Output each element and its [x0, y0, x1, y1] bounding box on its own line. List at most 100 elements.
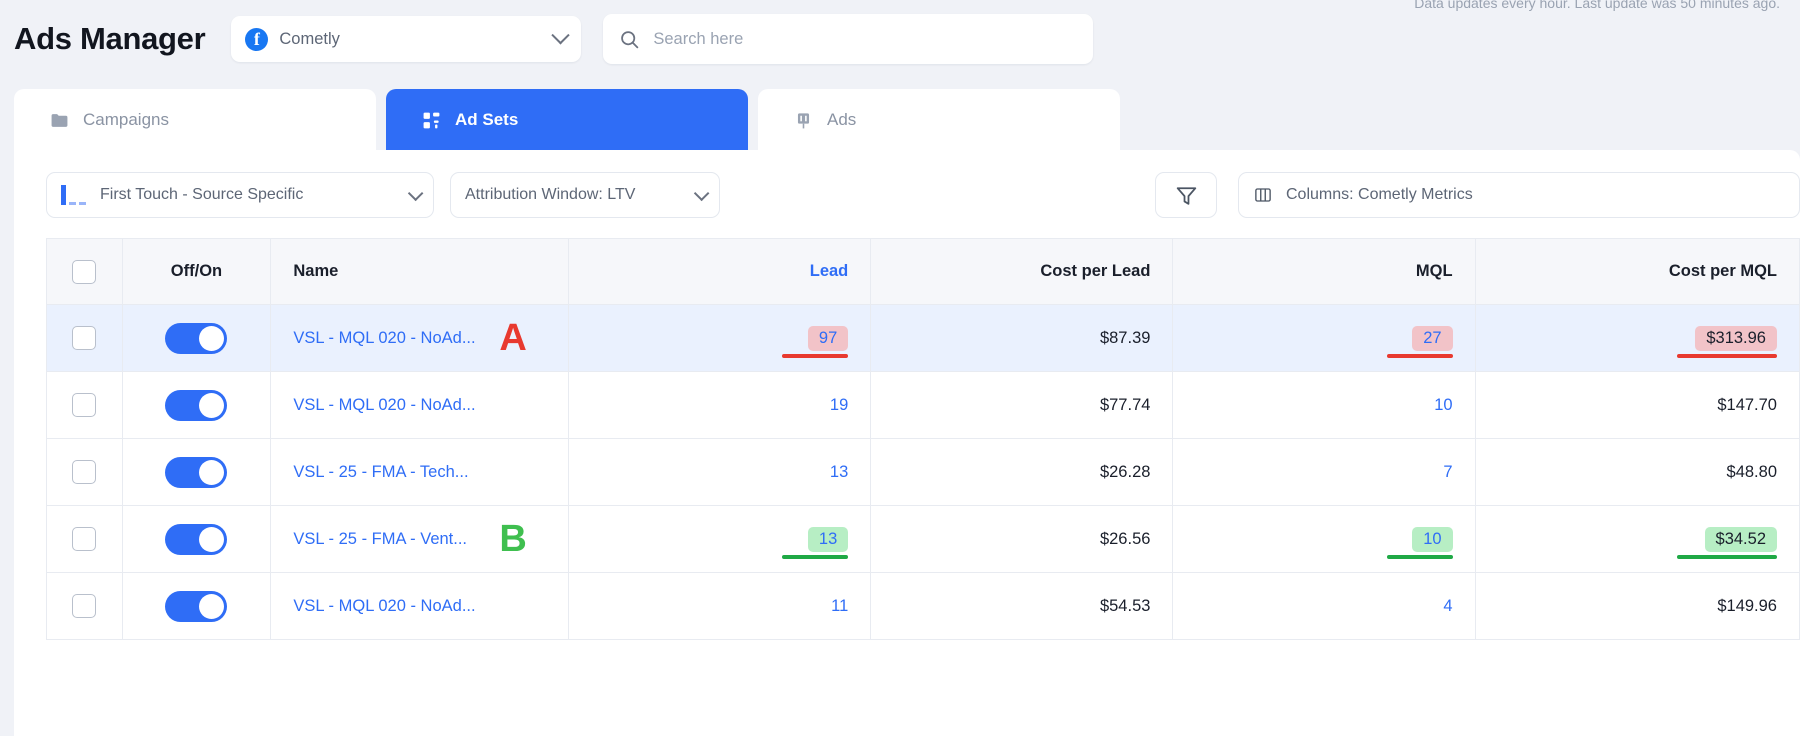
row-mql-cell: 10	[1172, 371, 1476, 439]
on-off-toggle[interactable]	[165, 322, 228, 354]
row-toggle-cell[interactable]	[121, 371, 272, 439]
table-header-row: Off/On Name Lead Cost per Lead MQL Cost …	[46, 238, 1800, 305]
row-mql-cell: 4	[1172, 572, 1476, 640]
row-name-cell[interactable]: VSL - 25 - FMA - Vent... B	[270, 505, 570, 573]
row-lead-cell: 19	[568, 371, 872, 439]
chevron-down-icon	[693, 185, 710, 201]
row-toggle-cell[interactable]	[121, 505, 272, 573]
row-cost-per-lead-cell: $87.39	[870, 304, 1174, 372]
row-lead-cell: 13	[568, 438, 872, 506]
search-input[interactable]	[653, 29, 1078, 49]
tab-campaigns[interactable]: Campaigns	[14, 89, 376, 151]
ad-set-name[interactable]: VSL - MQL 020 - NoAd...	[293, 329, 475, 348]
column-header-cost-per-lead[interactable]: Cost per Lead	[870, 238, 1174, 305]
row-checkbox-cell[interactable]	[46, 438, 123, 506]
ad-sets-panel: First Touch - Source Specific Attributio…	[14, 150, 1800, 736]
column-header-lead[interactable]: Lead	[568, 238, 872, 305]
chevron-down-icon	[551, 25, 571, 44]
select-all-checkbox[interactable]	[72, 259, 97, 284]
row-toggle-cell[interactable]	[121, 304, 272, 372]
table-row[interactable]: VSL - MQL 020 - NoAd... 19 $77.74 10 $147.70	[46, 371, 1800, 439]
table-row[interactable]: VSL - 25 - FMA - Tech... 13 $26.28 7 $48.80	[46, 438, 1800, 506]
row-toggle-cell[interactable]	[121, 572, 272, 640]
column-header-name[interactable]: Name	[270, 238, 570, 305]
row-toggle-cell[interactable]	[121, 438, 272, 506]
row-cost-per-lead-cell: $77.74	[870, 371, 1174, 439]
row-cost-per-lead-cell: $26.56	[870, 505, 1174, 573]
on-off-toggle[interactable]	[165, 456, 228, 488]
attribution-icon	[61, 185, 86, 205]
table-row[interactable]: VSL - MQL 020 - NoAd... 11 $54.53 4 $149.96	[46, 572, 1800, 640]
ad-set-name[interactable]: VSL - 25 - FMA - Vent...	[293, 530, 467, 549]
row-checkbox[interactable]	[72, 393, 97, 417]
annotation-marker-b: B	[499, 518, 527, 560]
ad-set-name[interactable]: VSL - MQL 020 - NoAd...	[293, 396, 475, 415]
row-mql-cell: 7	[1172, 438, 1476, 506]
ad-sets-table: Off/On Name Lead Cost per Lead MQL Cost …	[46, 238, 1800, 640]
chevron-down-icon	[407, 185, 424, 201]
row-name-cell[interactable]: VSL - MQL 020 - NoAd...	[270, 371, 570, 439]
account-name: Cometly	[279, 29, 340, 48]
column-header-offon[interactable]: Off/On	[121, 238, 272, 305]
row-cost-per-mql-cell: $313.96	[1474, 304, 1800, 372]
tab-ad-sets[interactable]: Ad Sets	[386, 89, 748, 151]
row-checkbox[interactable]	[72, 527, 97, 551]
row-name-cell[interactable]: VSL - MQL 020 - NoAd...	[270, 572, 570, 640]
column-header-mql[interactable]: MQL	[1172, 238, 1476, 305]
row-mql-cell: 27	[1172, 304, 1476, 372]
search-icon	[621, 30, 639, 48]
table-row[interactable]: VSL - MQL 020 - NoAd... A 97 $87.39 27 $313.9…	[46, 304, 1800, 372]
attribution-model-select[interactable]: First Touch - Source Specific	[46, 172, 434, 218]
row-checkbox-cell[interactable]	[46, 505, 123, 573]
row-cost-per-mql-cell: $48.80	[1474, 438, 1800, 506]
row-checkbox[interactable]	[72, 326, 97, 350]
ad-set-name[interactable]: VSL - 25 - FMA - Tech...	[293, 463, 468, 482]
folder-icon	[50, 111, 69, 130]
row-cost-per-mql-cell: $149.96	[1474, 572, 1800, 640]
filter-bar: First Touch - Source Specific Attributio…	[14, 150, 1800, 240]
ad-set-name[interactable]: VSL - MQL 020 - NoAd...	[293, 597, 475, 616]
row-cost-per-lead-cell: $54.53	[870, 572, 1174, 640]
row-checkbox[interactable]	[72, 594, 97, 618]
row-checkbox-cell[interactable]	[46, 304, 123, 372]
tab-label: Ads	[827, 110, 857, 129]
attribution-model-label: First Touch - Source Specific	[100, 186, 304, 203]
app-header: Ads Manager f Cometly	[0, 0, 1800, 78]
tab-label: Ad Sets	[455, 110, 519, 129]
row-checkbox-cell[interactable]	[46, 371, 123, 439]
megaphone-icon	[794, 111, 813, 130]
columns-label: Columns: Cometly Metrics	[1286, 186, 1473, 203]
funnel-icon	[1176, 186, 1196, 205]
annotation-marker-a: A	[499, 317, 527, 359]
table-row[interactable]: VSL - 25 - FMA - Vent... B 13 $26.56 10 $34.5…	[46, 505, 1800, 573]
select-all-header[interactable]	[46, 238, 123, 305]
grid-icon	[422, 111, 441, 130]
row-lead-cell: 97	[568, 304, 872, 372]
facebook-icon: f	[245, 27, 269, 51]
row-name-cell[interactable]: VSL - 25 - FMA - Tech...	[270, 438, 570, 506]
row-checkbox-cell[interactable]	[46, 572, 123, 640]
row-checkbox[interactable]	[72, 460, 97, 484]
attribution-window-select[interactable]: Attribution Window: LTV	[450, 172, 720, 218]
row-cost-per-mql-cell: $34.52	[1474, 505, 1800, 573]
tab-ads[interactable]: Ads	[758, 89, 1120, 151]
row-lead-cell: 11	[568, 572, 872, 640]
search-box[interactable]	[603, 14, 1094, 64]
tab-label: Campaigns	[83, 110, 169, 129]
on-off-toggle[interactable]	[165, 523, 228, 555]
table-body: VSL - MQL 020 - NoAd... A 97 $87.39 27 $313.9…	[46, 304, 1800, 640]
row-lead-cell: 13	[568, 505, 872, 573]
page-title: Ads Manager	[14, 21, 206, 56]
row-name-cell[interactable]: VSL - MQL 020 - NoAd... A	[270, 304, 570, 372]
attribution-window-label: Attribution Window: LTV	[465, 186, 636, 203]
account-selector[interactable]: f Cometly	[231, 16, 582, 62]
on-off-toggle[interactable]	[165, 590, 228, 622]
on-off-toggle[interactable]	[165, 389, 228, 421]
row-cost-per-mql-cell: $147.70	[1474, 371, 1800, 439]
filter-button[interactable]	[1155, 172, 1217, 218]
row-mql-cell: 10	[1172, 505, 1476, 573]
columns-icon	[1253, 186, 1273, 204]
column-header-cost-per-mql[interactable]: Cost per MQL	[1474, 238, 1800, 305]
columns-select[interactable]: Columns: Cometly Metrics	[1238, 172, 1800, 218]
tab-bar: Campaigns Ad Sets Ads	[14, 89, 1130, 151]
